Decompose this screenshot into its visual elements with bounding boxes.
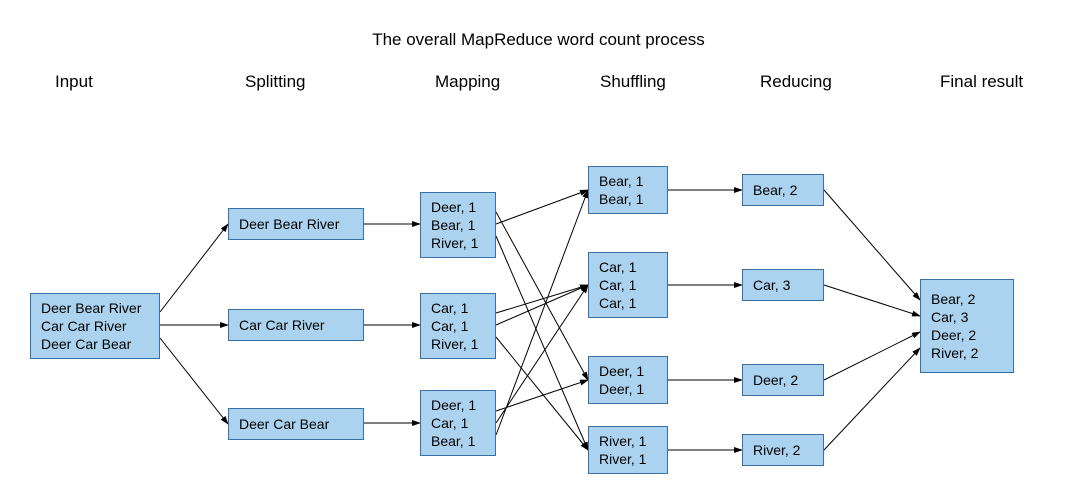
map-line: River, 1 [431,234,485,252]
map-box-3: Deer, 1 Car, 1 Bear, 1 [420,390,496,456]
shuffle-line: River, 1 [599,432,657,450]
input-line: Deer Car Bear [41,335,149,353]
stage-label-input: Input [55,72,93,92]
shuffle-box-river: River, 1 River, 1 [588,426,668,474]
input-line: Deer Bear River [41,299,149,317]
reduce-text: Car, 3 [753,276,813,294]
arrow-map3-bear [496,190,588,435]
stage-label-splitting: Splitting [245,72,305,92]
reduce-box-deer: Deer, 2 [742,364,824,396]
shuffle-line: River, 1 [599,450,657,468]
arrow-map3-car [496,285,588,423]
map-line: Car, 1 [431,317,485,335]
map-line: Car, 1 [431,299,485,317]
final-line: Car, 3 [931,308,1003,326]
stage-label-final: Final result [940,72,1023,92]
final-line: Deer, 2 [931,326,1003,344]
arrow-red1-final [824,190,920,300]
final-line: River, 2 [931,344,1003,362]
final-box: Bear, 2 Car, 3 Deer, 2 River, 2 [920,279,1014,373]
split-text: Deer Car Bear [239,415,353,433]
reduce-text: Bear, 2 [753,181,813,199]
input-box: Deer Bear River Car Car River Deer Car B… [30,293,160,359]
arrow-map2-car1 [496,285,588,313]
split-text: Deer Bear River [239,215,353,233]
split-text: Car Car River [239,316,353,334]
split-box-3: Deer Car Bear [228,408,364,440]
reduce-text: Deer, 2 [753,371,813,389]
reduce-box-car: Car, 3 [742,269,824,301]
arrow-input-split3 [160,338,228,424]
shuffle-line: Bear, 1 [599,190,657,208]
map-line: Bear, 1 [431,216,485,234]
shuffle-box-bear: Bear, 1 Bear, 1 [588,166,668,214]
shuffle-line: Deer, 1 [599,362,657,380]
map-line: Car, 1 [431,414,485,432]
reduce-box-river: River, 2 [742,434,824,466]
map-line: Deer, 1 [431,396,485,414]
stage-label-reducing: Reducing [760,72,832,92]
map-box-2: Car, 1 Car, 1 River, 1 [420,293,496,359]
stage-label-shuffling: Shuffling [600,72,666,92]
split-box-1: Deer Bear River [228,208,364,240]
input-line: Car Car River [41,317,149,335]
shuffle-line: Car, 1 [599,276,657,294]
arrow-map1-deer [496,212,588,380]
shuffle-line: Car, 1 [599,294,657,312]
map-line: Bear, 1 [431,432,485,450]
arrow-red4-final [824,348,920,450]
shuffle-box-deer: Deer, 1 Deer, 1 [588,356,668,404]
shuffle-line: Bear, 1 [599,172,657,190]
arrow-map1-river [496,236,588,450]
arrow-red2-final [824,285,920,316]
map-box-1: Deer, 1 Bear, 1 River, 1 [420,192,496,258]
reduce-text: River, 2 [753,441,813,459]
arrow-input-split1 [160,224,228,312]
arrow-map1-bear [496,190,588,224]
arrow-map2-river [496,337,588,450]
map-line: Deer, 1 [431,198,485,216]
map-line: River, 1 [431,335,485,353]
stage-label-mapping: Mapping [435,72,500,92]
diagram-title: The overall MapReduce word count process [0,30,1077,50]
reduce-box-bear: Bear, 2 [742,174,824,206]
shuffle-line: Car, 1 [599,258,657,276]
arrow-layer [0,0,1077,500]
arrow-red3-final [824,332,920,380]
final-line: Bear, 2 [931,290,1003,308]
shuffle-box-car: Car, 1 Car, 1 Car, 1 [588,252,668,318]
arrow-map2-car2 [496,285,588,325]
shuffle-line: Deer, 1 [599,380,657,398]
arrow-map3-deer [496,380,588,411]
split-box-2: Car Car River [228,309,364,341]
